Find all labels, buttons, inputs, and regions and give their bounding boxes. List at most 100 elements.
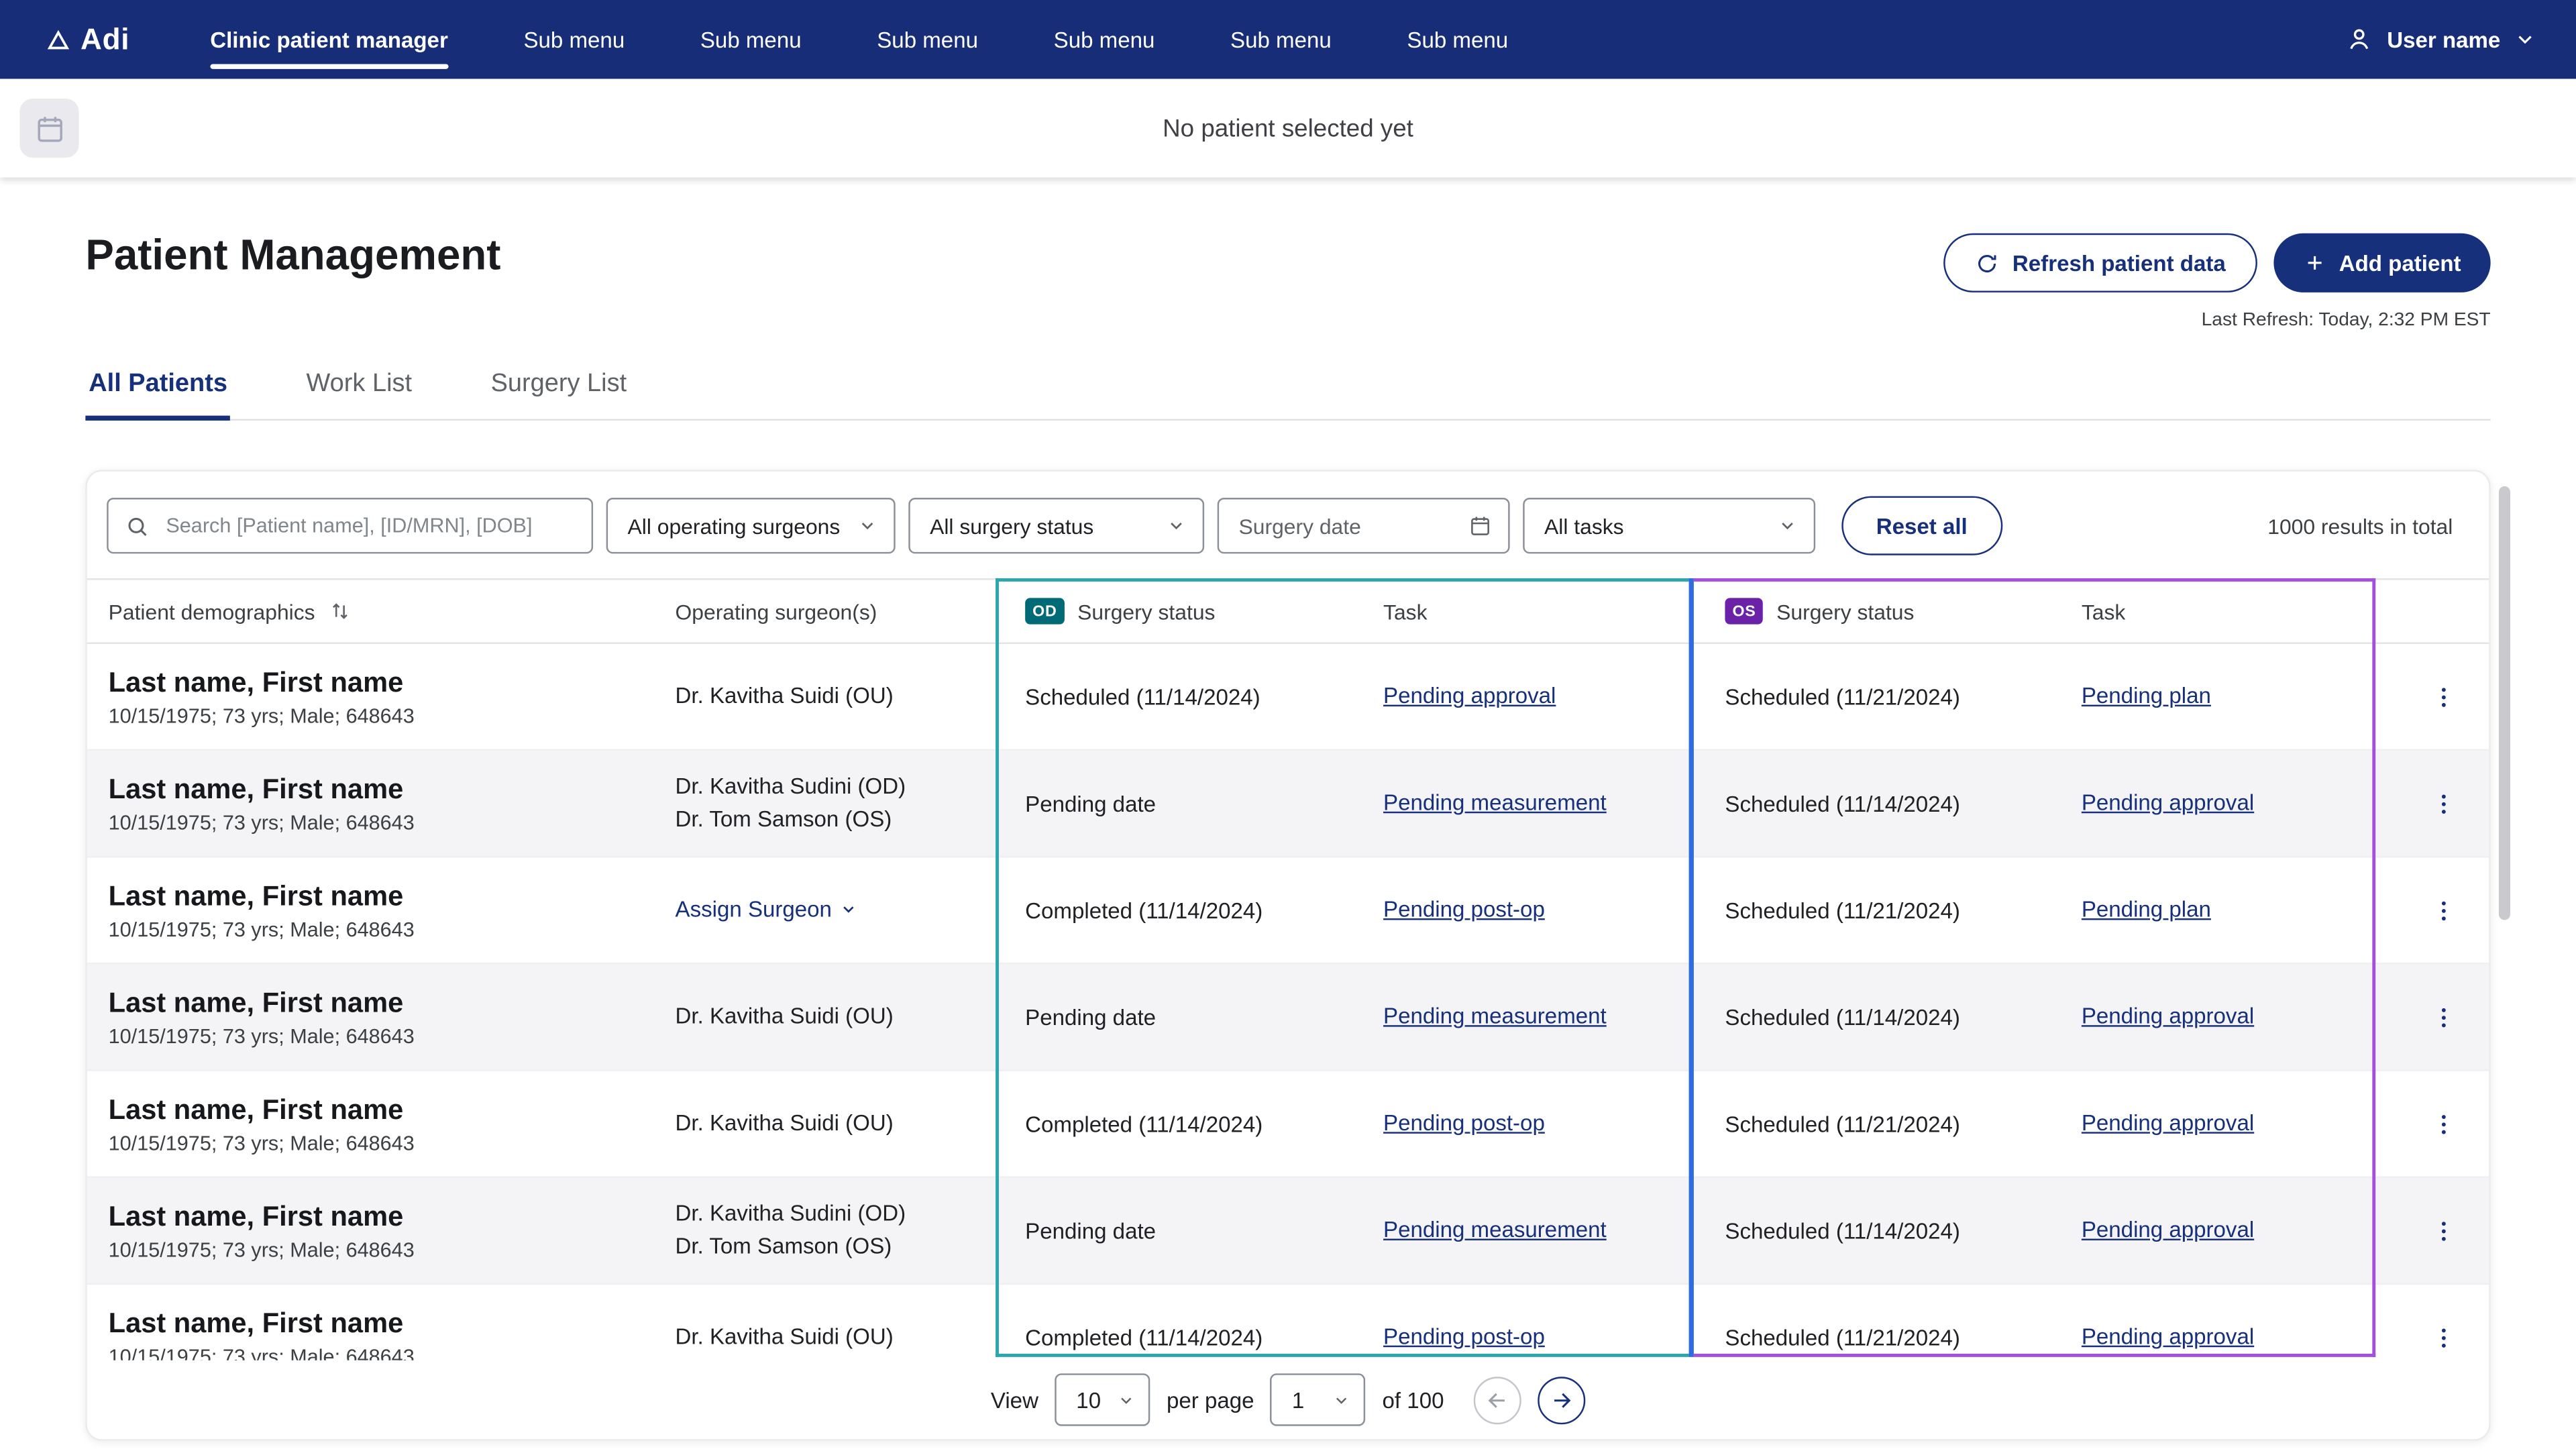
calendar-icon: [1468, 515, 1491, 537]
main-content: Patient Management Refresh patient data …: [0, 230, 2576, 1441]
app-logo[interactable]: Adi: [0, 0, 172, 79]
nav-item-sub-menu[interactable]: Sub menu: [1369, 0, 1546, 79]
od-task-link[interactable]: Pending approval: [1383, 684, 1556, 708]
tab-work-list[interactable]: Work List: [303, 354, 415, 419]
os-surgery-status: Scheduled (11/21/2024): [1689, 1112, 2059, 1136]
page-select[interactable]: 1: [1271, 1373, 1366, 1426]
table-body: Last name, First name 10/15/1975; 73 yrs…: [87, 644, 2489, 1360]
os-task-link[interactable]: Pending approval: [2082, 1004, 2254, 1028]
chevron-down-icon: [1167, 516, 1186, 535]
os-surgery-status: Scheduled (11/21/2024): [1689, 1325, 2059, 1350]
row-actions-kebab-button[interactable]: [2420, 780, 2467, 827]
os-task-link[interactable]: Pending approval: [2082, 790, 2254, 815]
nav-item-sub-menu[interactable]: Sub menu: [663, 0, 839, 79]
od-badge: OD: [1025, 598, 1064, 624]
surgeon-name: Dr. Kavitha Sudini (OD): [676, 1197, 996, 1230]
surgeon-names: Dr. Kavitha Suidi (OU): [676, 1000, 996, 1033]
per-page-select[interactable]: 10: [1055, 1373, 1150, 1426]
od-task-link[interactable]: Pending measurement: [1383, 1004, 1607, 1028]
od-surgery-status: Pending date: [996, 1005, 1360, 1030]
chevron-down-icon: [2514, 28, 2536, 51]
row-actions-kebab-button[interactable]: [2420, 886, 2467, 934]
add-patient-button-label: Add patient: [2339, 250, 2461, 275]
row-actions-kebab-button[interactable]: [2420, 1313, 2467, 1360]
operating-surgeons-dropdown[interactable]: All operating surgeons: [606, 498, 896, 553]
patient-name: Last name, First name: [109, 772, 653, 806]
surgeon-names: Dr. Kavitha Suidi (OU): [676, 680, 996, 713]
nav-item-sub-menu[interactable]: Sub menu: [1193, 0, 1369, 79]
col-od-task: Task: [1360, 599, 1689, 624]
tab-all-patients[interactable]: All Patients: [85, 354, 231, 419]
os-badge: OS: [1725, 598, 1763, 624]
tasks-dropdown[interactable]: All tasks: [1523, 498, 1815, 553]
chevron-down-icon: [857, 516, 877, 535]
patient-details: 10/15/1975; 73 yrs; Male; 648643: [109, 1132, 653, 1155]
od-task-link[interactable]: Pending post-op: [1383, 1324, 1545, 1349]
nav-item-sub-menu[interactable]: Sub menu: [486, 0, 662, 79]
vertical-scrollbar-thumb[interactable]: [2499, 486, 2510, 920]
search-input[interactable]: [162, 513, 575, 539]
refresh-patient-data-button[interactable]: Refresh patient data: [1943, 233, 2257, 292]
nav-item-sub-menu[interactable]: Sub menu: [839, 0, 1016, 79]
col-os-task: Task: [2059, 599, 2376, 624]
od-task-link[interactable]: Pending measurement: [1383, 1218, 1607, 1242]
os-task-link[interactable]: Pending approval: [2082, 1324, 2254, 1349]
operating-surgeons-dropdown-value: All operating surgeons: [628, 513, 841, 538]
col-operating-surgeons: Operating surgeon(s): [652, 599, 996, 624]
row-actions-kebab-button[interactable]: [2420, 1100, 2467, 1148]
search-icon: [125, 513, 150, 538]
table-row: Last name, First name 10/15/1975; 73 yrs…: [87, 751, 2489, 857]
page-total-label: of 100: [1383, 1387, 1444, 1412]
od-surgery-status: Scheduled (11/14/2024): [996, 684, 1360, 709]
row-actions-kebab-button[interactable]: [2420, 1207, 2467, 1254]
calendar-icon: [34, 113, 65, 144]
od-surgery-status: Pending date: [996, 791, 1360, 816]
pagination-bar: View 10 per page 1 of 100: [87, 1360, 2489, 1440]
surgery-date-picker[interactable]: Surgery date: [1218, 498, 1510, 553]
od-task-link[interactable]: Pending post-op: [1383, 1111, 1545, 1136]
os-task-link[interactable]: Pending plan: [2082, 684, 2211, 708]
tab-surgery-list[interactable]: Surgery List: [488, 354, 630, 419]
reset-all-button[interactable]: Reset all: [1841, 496, 2002, 555]
nav-item-sub-menu[interactable]: Sub menu: [1016, 0, 1192, 79]
os-surgery-status: Scheduled (11/21/2024): [1689, 684, 2059, 709]
patient-details: 10/15/1975; 73 yrs; Male; 648643: [109, 1025, 653, 1048]
os-surgery-status: Scheduled (11/14/2024): [1689, 791, 2059, 816]
row-actions-kebab-button[interactable]: [2420, 993, 2467, 1040]
assign-surgeon-link[interactable]: Assign Surgeon: [676, 897, 859, 922]
os-task-link[interactable]: Pending approval: [2082, 1111, 2254, 1136]
chevron-down-icon: [1778, 516, 1797, 535]
col-os-surgery-status: OS Surgery status: [1689, 598, 2059, 624]
surgeon-names: Dr. Kavitha Suidi (OU): [676, 1108, 996, 1140]
page-value: 1: [1292, 1387, 1304, 1412]
nav-item-clinic-patient-manager[interactable]: Clinic patient manager: [172, 0, 486, 79]
surgery-status-dropdown[interactable]: All surgery status: [908, 498, 1204, 553]
top-nav: Adi Clinic patient managerSub menuSub me…: [0, 0, 2576, 79]
od-task-link[interactable]: Pending measurement: [1383, 790, 1607, 815]
os-surgery-status: Scheduled (11/14/2024): [1689, 1005, 2059, 1030]
add-patient-button[interactable]: Add patient: [2273, 233, 2491, 292]
os-task-link[interactable]: Pending plan: [2082, 897, 2211, 922]
os-task-link[interactable]: Pending approval: [2082, 1218, 2254, 1242]
filter-bar: All operating surgeons All surgery statu…: [87, 472, 2489, 578]
table-row: Last name, First name 10/15/1975; 73 yrs…: [87, 1071, 2489, 1178]
surgeon-name: Dr. Kavitha Suidi (OU): [676, 1000, 996, 1033]
next-page-button[interactable]: [1538, 1376, 1585, 1424]
user-name-label: User name: [2387, 27, 2500, 52]
row-actions-kebab-button[interactable]: [2420, 673, 2467, 720]
per-page-label: per page: [1167, 1387, 1254, 1412]
sort-icon[interactable]: [328, 600, 351, 623]
table-row: Last name, First name 10/15/1975; 73 yrs…: [87, 857, 2489, 964]
page-header: Patient Management Refresh patient data …: [85, 230, 2490, 281]
per-page-value: 10: [1076, 1387, 1101, 1412]
chevron-down-icon: [1333, 1391, 1351, 1409]
patient-context-button[interactable]: [19, 99, 78, 158]
previous-page-button[interactable]: [1474, 1376, 1521, 1424]
user-icon: [2345, 25, 2374, 54]
logo-triangle-icon: [46, 27, 71, 52]
tab-bar: All Patients Work List Surgery List: [85, 354, 2490, 421]
od-task-link[interactable]: Pending post-op: [1383, 897, 1545, 922]
app-viewport: Adi Clinic patient managerSub menuSub me…: [0, 0, 2576, 1449]
user-menu[interactable]: User name: [2305, 0, 2576, 79]
chevron-down-icon: [1118, 1391, 1136, 1409]
